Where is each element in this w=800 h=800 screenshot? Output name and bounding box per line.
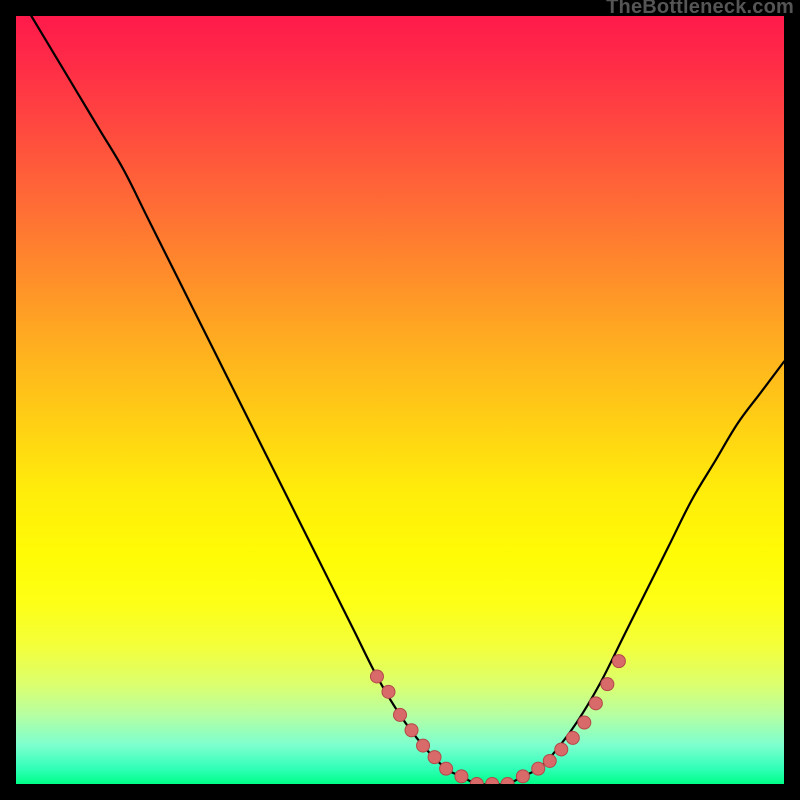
plot-area: [16, 16, 784, 784]
highlight-point: [417, 739, 430, 752]
highlight-point: [566, 731, 579, 744]
highlight-point: [428, 751, 441, 764]
bottleneck-curve: [31, 16, 784, 784]
highlight-point: [532, 762, 545, 775]
highlight-point: [470, 778, 483, 785]
highlight-point: [516, 770, 529, 783]
highlight-point: [543, 754, 556, 767]
highlight-point: [486, 778, 499, 785]
highlight-point: [382, 685, 395, 698]
highlight-point: [612, 655, 625, 668]
highlight-point: [601, 678, 614, 691]
highlight-point: [440, 762, 453, 775]
highlight-point: [555, 743, 568, 756]
highlight-point: [405, 724, 418, 737]
highlight-point: [589, 697, 602, 710]
chart-svg: [16, 16, 784, 784]
highlight-point: [394, 708, 407, 721]
watermark-text: TheBottleneck.com: [606, 0, 794, 19]
highlight-point: [455, 770, 468, 783]
highlight-point: [578, 716, 591, 729]
highlight-point: [370, 670, 383, 683]
highlight-point: [501, 778, 514, 785]
chart-frame: [16, 16, 784, 784]
highlight-points: [370, 655, 625, 784]
